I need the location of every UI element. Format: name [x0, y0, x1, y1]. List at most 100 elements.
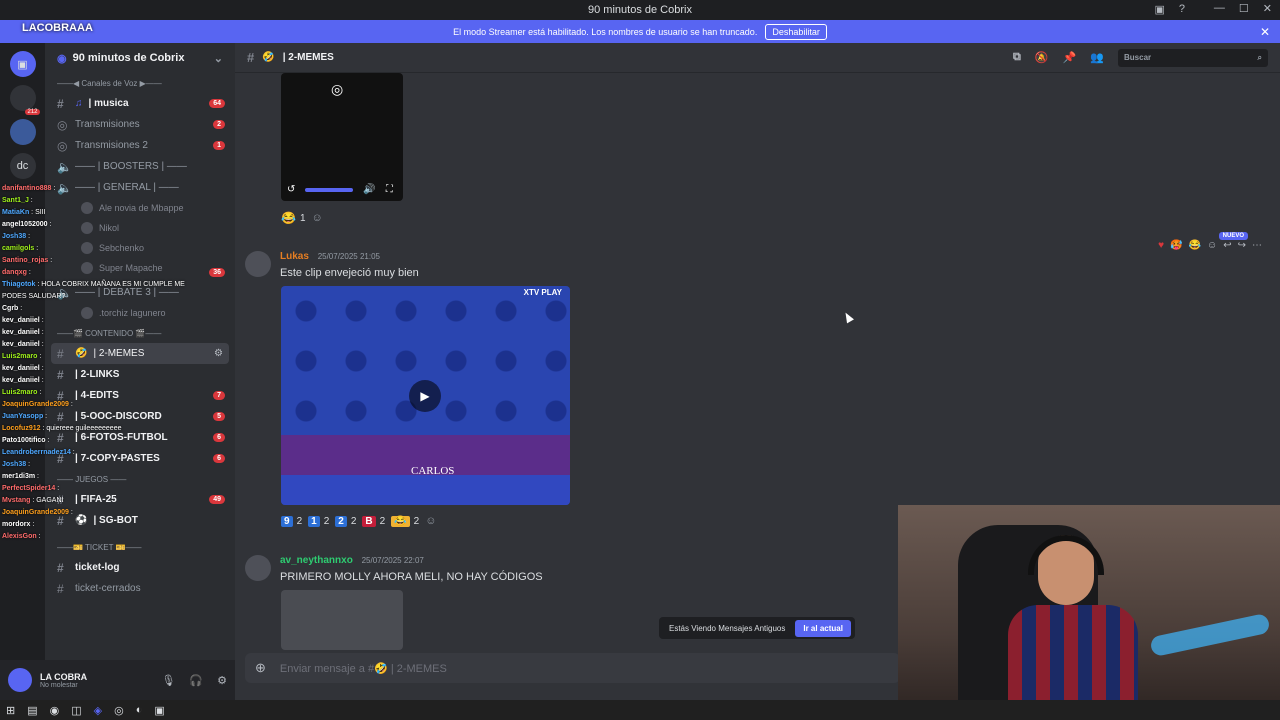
replay-icon[interactable]: ↺: [287, 184, 295, 195]
settings-icon[interactable]: ⚙: [214, 348, 223, 359]
fullscreen-icon[interactable]: ⛶: [386, 184, 393, 195]
channel-badge: 6: [213, 454, 225, 463]
reaction[interactable]: B2: [362, 515, 385, 527]
channel-musica[interactable]: # ♫ | musica 64: [45, 93, 235, 114]
notification-bell-icon[interactable]: 🔕: [1035, 51, 1049, 64]
laughing-emoji-icon[interactable]: 😂: [1189, 240, 1201, 251]
stream-chat-line: JoaquinGrande2009 :: [2, 399, 202, 411]
gear-icon[interactable]: ⚙: [217, 674, 227, 687]
close-icon[interactable]: ✕: [1263, 2, 1272, 15]
channel-badge: 7: [213, 391, 225, 400]
heart-icon[interactable]: ♥: [1158, 240, 1164, 251]
server-icon[interactable]: 212: [9, 85, 40, 115]
voice-category[interactable]: ——◀ Canales de Voz ▶——: [45, 73, 235, 93]
stream-chat-line: kev_daniiel :: [2, 327, 202, 339]
add-reaction-icon[interactable]: ☺: [312, 212, 323, 224]
volume-icon[interactable]: 🔊: [363, 184, 375, 195]
channel-label: Transmisiones: [75, 119, 140, 130]
discord-icon[interactable]: ◈: [94, 704, 102, 717]
threads-icon[interactable]: ⧉: [1013, 51, 1021, 64]
app-icon[interactable]: ◎: [114, 704, 124, 717]
channel-badge: 64: [209, 99, 225, 108]
stream-chat-line: camilgols :: [2, 243, 202, 255]
minimize-icon[interactable]: —: [1214, 2, 1225, 15]
avatar[interactable]: [245, 555, 271, 581]
file-explorer-icon[interactable]: ▤: [27, 704, 37, 717]
channel-ticket-log[interactable]: # ticket-log: [45, 557, 235, 578]
help-icon[interactable]: ?: [1179, 3, 1185, 16]
obs-icon[interactable]: ◐: [136, 704, 143, 716]
broadcast-icon: ◎: [57, 138, 68, 153]
add-attachment-icon[interactable]: ⊕: [255, 660, 266, 676]
stream-chat-line: Pato100tifico :: [2, 435, 202, 447]
app-icon[interactable]: ◫: [71, 704, 81, 717]
jump-to-present-button[interactable]: Ir al actual: [795, 619, 851, 637]
dc-server-icon[interactable]: dc: [9, 153, 36, 179]
instagram-embed[interactable]: ◎ ↺ 🔊 ⛶: [281, 73, 403, 201]
inbox-icon[interactable]: ▣: [1154, 3, 1164, 16]
reaction[interactable]: 22: [335, 515, 356, 527]
reaction[interactable]: 92: [281, 515, 302, 527]
server-icon[interactable]: [9, 119, 36, 145]
channel-transmisiones-2[interactable]: ◎ Transmisiones 2 1: [45, 135, 235, 156]
microphone-icon[interactable]: 🎙: [161, 674, 175, 687]
channel-label: ticket-cerrados: [75, 583, 141, 594]
stream-chat-user: Pato100tifico: [2, 437, 46, 444]
chrome-icon[interactable]: ◉: [50, 704, 60, 717]
channel-label: —— | BOOSTERS | ——: [75, 161, 187, 172]
reaction[interactable]: 12: [308, 515, 329, 527]
windows-start-icon[interactable]: ⊞: [6, 704, 15, 717]
pin-icon[interactable]: 📌: [1063, 51, 1077, 64]
play-button[interactable]: ▶: [409, 380, 441, 412]
app-icon[interactable]: ▣: [154, 704, 164, 717]
channel-header: # 🤣 | 2-MEMES ⧉ 🔕 📌 👥 Buscar ⌕: [235, 43, 1280, 73]
author-name[interactable]: Lukas: [280, 251, 309, 262]
author-name[interactable]: av_neythannxo: [280, 555, 353, 566]
server-badge-icon: ◉: [57, 52, 67, 65]
channel-ticket-cerrados[interactable]: # ticket-cerrados: [45, 578, 235, 599]
reaction[interactable]: 😂 1: [281, 211, 306, 225]
add-reaction-icon[interactable]: ☺: [425, 515, 436, 527]
reply-icon[interactable]: ↩: [1223, 240, 1231, 251]
stream-chat-user: kev_daniiel: [2, 341, 40, 348]
avatar[interactable]: [245, 251, 271, 277]
reaction-bar: 😂 1 ☺: [281, 211, 323, 225]
stream-chat-overlay: danifantino888 : Sant1_J : MatiaKn : SIII a…: [2, 183, 202, 543]
search-input[interactable]: Buscar ⌕: [1118, 48, 1268, 67]
stream-chat-line: MatiaKn : SIII: [2, 207, 202, 219]
disable-button[interactable]: Deshabilitar: [765, 23, 827, 40]
stream-chat-line: PerfectSpider14 :: [2, 483, 202, 495]
member-list-icon[interactable]: 👥: [1090, 51, 1104, 64]
reaction-emoji-icon: 😂: [391, 515, 410, 527]
reaction-count: 1: [299, 212, 306, 224]
blurred-image[interactable]: [281, 590, 403, 650]
stream-chat-user: Josh38: [2, 461, 27, 468]
home-server-icon[interactable]: ▣: [9, 51, 36, 77]
forward-icon[interactable]: ↪: [1238, 240, 1246, 251]
channel-transmisiones[interactable]: ◎ Transmisiones 2: [45, 114, 235, 135]
add-reaction-icon[interactable]: ☺: [1207, 240, 1217, 251]
volume-slider[interactable]: [305, 187, 354, 192]
more-icon[interactable]: ⋯: [1252, 240, 1262, 251]
stream-chat-line: AlexisGon :: [2, 531, 202, 543]
stream-chat-line: Josh38 :: [2, 231, 202, 243]
channel-badge: 36: [209, 268, 225, 277]
emoji-icon[interactable]: 🥵: [1170, 240, 1182, 251]
maximize-icon[interactable]: ☐: [1239, 2, 1249, 15]
message-composer[interactable]: ⊕ Enviar mensaje a #🤣 | 2-MEMES: [245, 653, 900, 683]
headphones-icon[interactable]: 🎧: [189, 674, 203, 687]
video-embed[interactable]: CARLOS XTV PLAY ▶: [281, 286, 570, 505]
stream-chat-text: :: [45, 437, 50, 444]
reaction[interactable]: 😂 2: [391, 515, 419, 527]
stream-chat-text: :: [39, 341, 44, 348]
server-header[interactable]: ◉ 90 minutos de Cobrix ⌄: [45, 43, 235, 73]
avatar[interactable]: [8, 668, 32, 692]
channel-boosters[interactable]: 🔈 —— | BOOSTERS | ——: [45, 156, 235, 177]
stream-chat-line: danifantino888 :: [2, 183, 202, 195]
stream-chat-user: Sant1_J: [2, 197, 29, 204]
channel-badge: 1: [213, 141, 225, 150]
stream-chat-line: kev_daniiel :: [2, 375, 202, 387]
banner-close-icon[interactable]: ✕: [1260, 25, 1270, 39]
stream-chat-user: kev_daniiel: [2, 329, 40, 336]
video-caption: CARLOS: [411, 465, 455, 477]
